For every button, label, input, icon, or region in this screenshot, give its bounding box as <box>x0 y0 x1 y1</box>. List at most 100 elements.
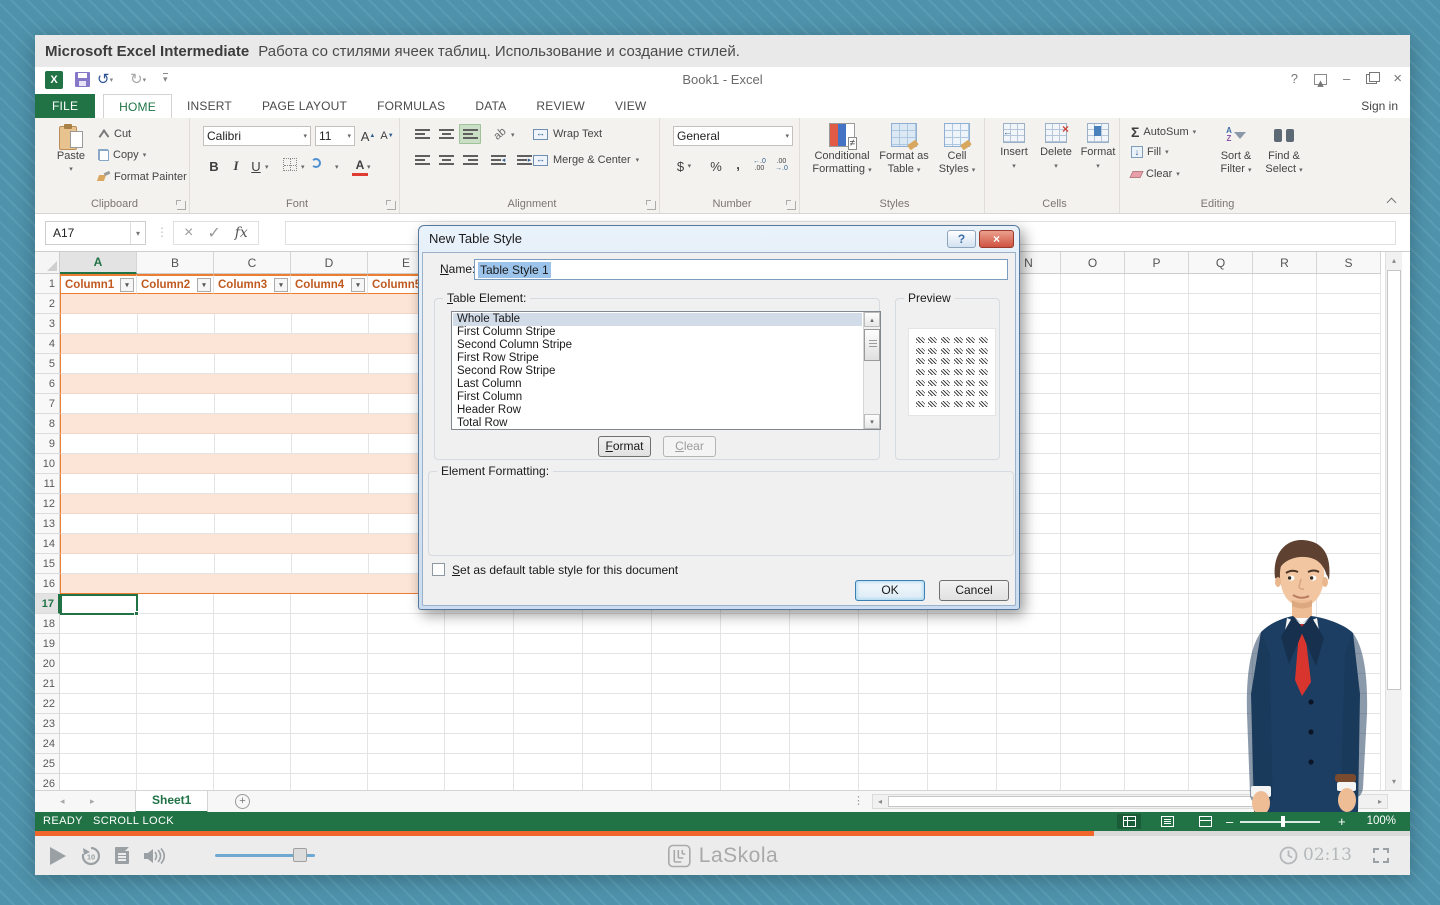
cell-B18[interactable] <box>137 614 214 634</box>
bold-button[interactable]: B <box>205 156 223 176</box>
number-format-select[interactable]: General▾ <box>673 126 793 146</box>
row-header-8[interactable]: 8 <box>35 414 60 434</box>
row-header-22[interactable]: 22 <box>35 694 60 714</box>
cell-M20[interactable] <box>928 654 997 674</box>
collapse-ribbon-icon[interactable] <box>1387 196 1396 205</box>
cell-D20[interactable] <box>291 654 368 674</box>
cut-button[interactable]: Cut <box>98 128 131 140</box>
cell-B20[interactable] <box>137 654 214 674</box>
list-scroll-thumb[interactable] <box>864 329 880 361</box>
cell-P11[interactable] <box>1125 474 1189 494</box>
row-header-7[interactable]: 7 <box>35 394 60 414</box>
cell-S8[interactable] <box>1317 414 1381 434</box>
cell-S2[interactable] <box>1317 294 1381 314</box>
align-center-icon[interactable] <box>435 150 457 170</box>
row-header-25[interactable]: 25 <box>35 754 60 774</box>
cell-D21[interactable] <box>291 674 368 694</box>
table-header-column2[interactable]: Column2▾ <box>137 274 214 294</box>
cell-M18[interactable] <box>928 614 997 634</box>
dialog-close-icon[interactable]: × <box>979 230 1014 248</box>
cell-O11[interactable] <box>1061 474 1125 494</box>
table-row-12[interactable] <box>60 494 445 514</box>
cell-B26[interactable] <box>137 774 214 790</box>
cell-G19[interactable] <box>514 634 583 654</box>
cell-C21[interactable] <box>214 674 291 694</box>
row-header-24[interactable]: 24 <box>35 734 60 754</box>
cell-L19[interactable] <box>859 634 928 654</box>
cell-N26[interactable] <box>997 774 1061 790</box>
column-header-C[interactable]: C <box>214 252 291 274</box>
cell-J26[interactable] <box>721 774 790 790</box>
dialog-help-icon[interactable]: ? <box>947 230 976 248</box>
cell-P6[interactable] <box>1125 374 1189 394</box>
cell-A22[interactable] <box>60 694 137 714</box>
cell-S10[interactable] <box>1317 454 1381 474</box>
cell-B25[interactable] <box>137 754 214 774</box>
table-row-3[interactable] <box>60 314 445 334</box>
sheet-nav-left-icon[interactable]: ◂ <box>60 791 65 812</box>
table-header-column3[interactable]: Column3▾ <box>214 274 291 294</box>
table-element-option-last-column[interactable]: Last Column <box>453 378 862 391</box>
zoom-slider-thumb[interactable] <box>1281 816 1285 827</box>
cell-O9[interactable] <box>1061 434 1125 454</box>
close-icon[interactable]: × <box>1393 71 1402 87</box>
cell-I18[interactable] <box>652 614 721 634</box>
row-header-26[interactable]: 26 <box>35 774 60 790</box>
cell-H23[interactable] <box>583 714 652 734</box>
format-painter-button[interactable]: Format Painter <box>98 171 187 183</box>
cell-R6[interactable] <box>1253 374 1317 394</box>
italic-button[interactable]: I <box>227 156 245 176</box>
zoom-out-icon[interactable]: – <box>1226 812 1233 831</box>
table-row-11[interactable] <box>60 474 445 494</box>
cell-I21[interactable] <box>652 674 721 694</box>
cell-I20[interactable] <box>652 654 721 674</box>
cell-P3[interactable] <box>1125 314 1189 334</box>
cell-B24[interactable] <box>137 734 214 754</box>
increase-decimal-icon[interactable]: ←.0.00 <box>753 158 766 172</box>
row-header-6[interactable]: 6 <box>35 374 60 394</box>
cell-P24[interactable] <box>1125 734 1189 754</box>
cell-P19[interactable] <box>1125 634 1189 654</box>
table-row-5[interactable] <box>60 354 445 374</box>
row-header-10[interactable]: 10 <box>35 454 60 474</box>
cell-O17[interactable] <box>1061 594 1125 614</box>
cell-L20[interactable] <box>859 654 928 674</box>
ribbon-tab-view[interactable]: VIEW <box>600 94 661 118</box>
cell-L22[interactable] <box>859 694 928 714</box>
name-box[interactable]: A17▾ <box>45 221 146 245</box>
cell-J22[interactable] <box>721 694 790 714</box>
cell-N22[interactable] <box>997 694 1061 714</box>
cell-P13[interactable] <box>1125 514 1189 534</box>
cell-D25[interactable] <box>291 754 368 774</box>
filter-icon-column2[interactable]: ▾ <box>197 278 211 292</box>
cell-F20[interactable] <box>445 654 514 674</box>
ribbon-display-options-icon[interactable]: ▴ <box>1314 74 1327 85</box>
row-header-13[interactable]: 13 <box>35 514 60 534</box>
cell-C18[interactable] <box>214 614 291 634</box>
top-align-icon[interactable] <box>411 124 433 144</box>
cell-G23[interactable] <box>514 714 583 734</box>
cell-P23[interactable] <box>1125 714 1189 734</box>
ok-button[interactable]: OK <box>855 580 925 601</box>
table-row-14[interactable] <box>60 534 445 554</box>
cell-A23[interactable] <box>60 714 137 734</box>
zoom-slider-track[interactable] <box>1240 821 1320 823</box>
cell-P8[interactable] <box>1125 414 1189 434</box>
cell-A24[interactable] <box>60 734 137 754</box>
row-header-4[interactable]: 4 <box>35 334 60 354</box>
cell-R12[interactable] <box>1253 494 1317 514</box>
cell-P20[interactable] <box>1125 654 1189 674</box>
cell-C19[interactable] <box>214 634 291 654</box>
cell-M22[interactable] <box>928 694 997 714</box>
ribbon-tab-home[interactable]: HOME <box>103 94 172 118</box>
cell-N18[interactable] <box>997 614 1061 634</box>
list-scroll-down-icon[interactable]: ▾ <box>864 414 880 429</box>
cell-A25[interactable] <box>60 754 137 774</box>
cell-H24[interactable] <box>583 734 652 754</box>
wrap-text-button[interactable]: Wrap Text <box>533 128 602 140</box>
table-row-2[interactable] <box>60 294 445 314</box>
cell-O13[interactable] <box>1061 514 1125 534</box>
row-header-19[interactable]: 19 <box>35 634 60 654</box>
cell-R9[interactable] <box>1253 434 1317 454</box>
table-row-6[interactable] <box>60 374 445 394</box>
